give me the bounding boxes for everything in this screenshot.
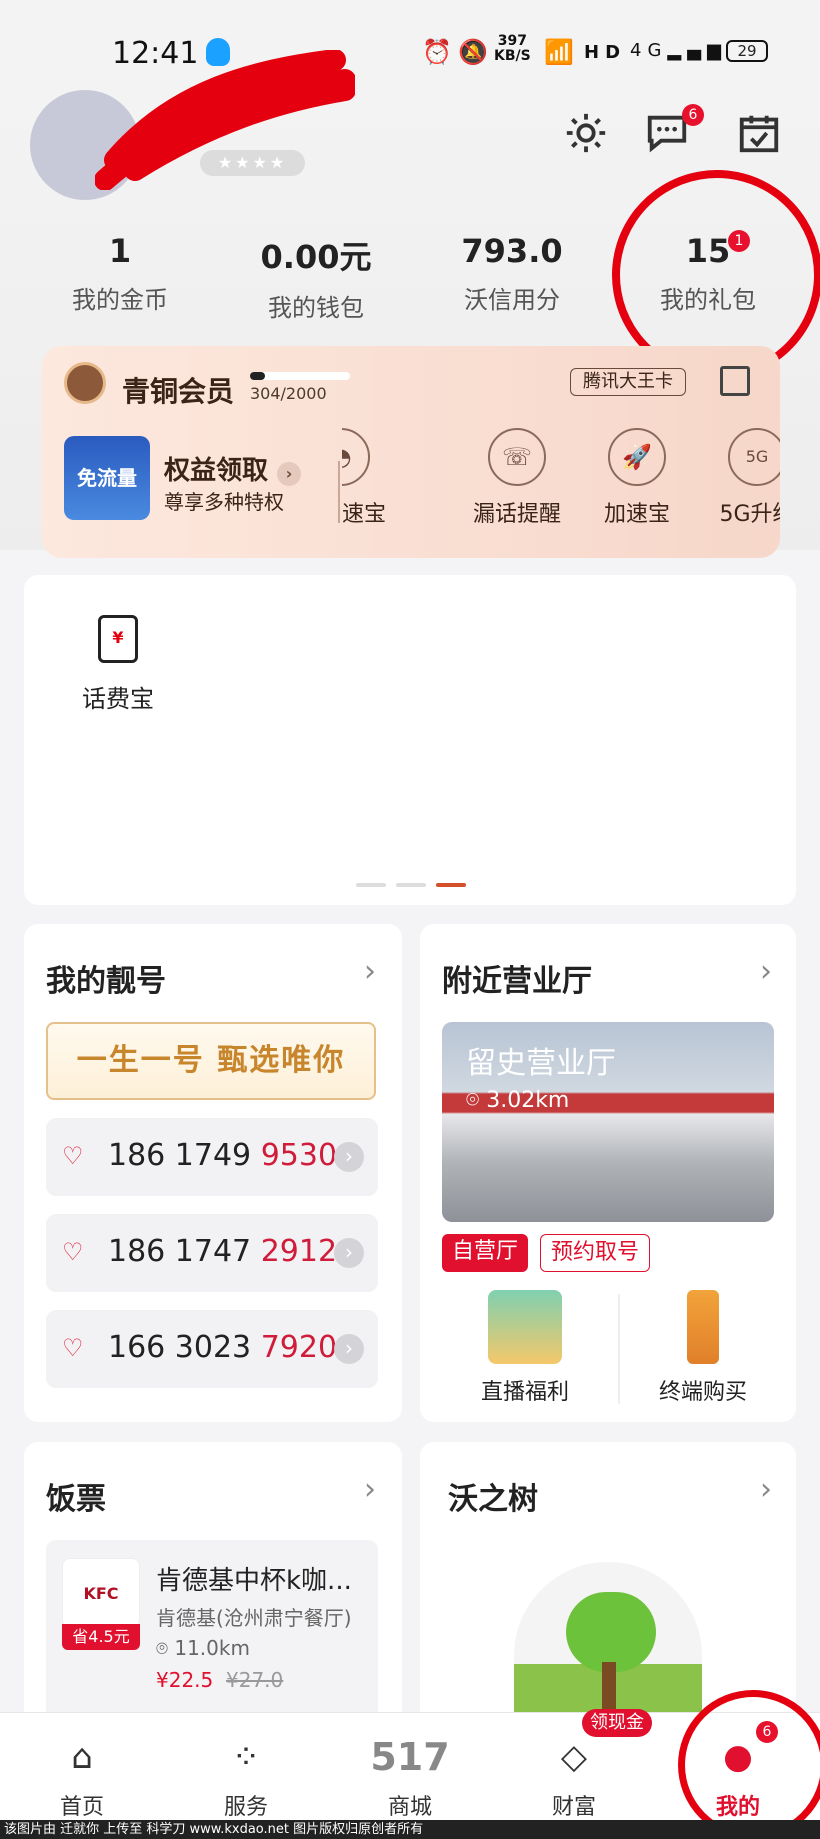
coupon-distance: ⌾ 11.0km xyxy=(156,1636,250,1660)
chevron-right-icon: › xyxy=(334,1238,364,1268)
heart-icon: ♡ xyxy=(62,1238,84,1266)
device-purchase[interactable]: 终端购买 xyxy=(628,1290,778,1406)
live-gift-image xyxy=(488,1290,562,1364)
member-item-accelerator[interactable]: 🚀 加速宝 xyxy=(582,428,692,528)
tab-services[interactable]: ⁘ 服务 xyxy=(176,1733,316,1821)
tab-home[interactable]: ⌂ 首页 xyxy=(12,1733,152,1821)
chevron-right-icon[interactable]: › xyxy=(364,1472,376,1507)
home-icon: ⌂ xyxy=(71,1737,93,1777)
self-operated-chip: 自营厅 xyxy=(442,1234,529,1272)
kfc-logo: KFC xyxy=(62,1558,140,1628)
card-tag[interactable]: 腾讯大王卡 xyxy=(570,368,686,396)
gear-icon[interactable] xyxy=(563,110,609,156)
diamond-icon: ◇ xyxy=(560,1737,588,1777)
live-benefits[interactable]: 直播福利 xyxy=(450,1290,600,1406)
divider xyxy=(338,461,340,523)
numbers-banner[interactable]: 一生一号 甄选唯你 xyxy=(46,1022,376,1100)
heart-icon: ♡ xyxy=(62,1334,84,1362)
wifi-icon: 📶 xyxy=(544,38,580,66)
store-distance: ⌾ 3.02km xyxy=(466,1088,570,1113)
stat-wallet[interactable]: 0.00元 我的钱包 xyxy=(226,232,406,323)
cash-badge[interactable]: 领现金 xyxy=(582,1709,652,1737)
number-item[interactable]: ♡ 186 1749 9530 › xyxy=(46,1118,378,1196)
carousel-dot-active xyxy=(436,883,466,887)
mute-icon: 🔕 xyxy=(458,38,494,66)
perk-title[interactable]: 权益领取 › xyxy=(164,450,302,487)
number-item[interactable]: ♡ 166 3023 7920 › xyxy=(46,1310,378,1388)
member-item-speed[interactable]: ◔速宝 xyxy=(342,428,422,528)
coupon-shop: 肯德基(沧州肃宁餐厅) xyxy=(156,1606,352,1630)
lucky-numbers-panel: 我的靓号 › 一生一号 甄选唯你 ♡ 186 1749 9530 › ♡ 186 17… xyxy=(24,924,402,1422)
heart-icon: ♡ xyxy=(62,1142,84,1170)
meal-ticket-panel: 饭票 › KFC 省4.5元 肯德基中杯k咖... 肯德基(沧州肃宁餐厅) ⌾ … xyxy=(24,1442,402,1732)
chevron-right-icon[interactable]: › xyxy=(364,954,376,989)
alarm-icon: ⏰ xyxy=(422,38,458,66)
qr-code-icon[interactable] xyxy=(720,366,750,396)
red-annotation-circle xyxy=(678,1690,820,1839)
quick-services-panel: ¥ 话费宝 xyxy=(24,575,796,905)
star-rating: ★★★★ xyxy=(200,150,305,176)
tree-title: 沃之树 xyxy=(448,1482,538,1517)
member-card[interactable]: 青铜会员 304/2000 腾讯大王卡 免流量 权益领取 › 尊享多种特权 ◔速… xyxy=(42,346,780,558)
perk-subtitle: 尊享多种特权 xyxy=(164,490,284,514)
network-speed: 397 KB/S xyxy=(494,33,531,64)
5g-icon: 5G xyxy=(728,428,780,486)
member-level-icon xyxy=(64,362,106,404)
number-item[interactable]: ♡ 186 1747 2912 › xyxy=(46,1214,378,1292)
phone-alert-icon: ☏ xyxy=(488,428,546,486)
location-pin-icon: ⌾ xyxy=(466,1088,480,1113)
member-level: 青铜会员 xyxy=(122,375,235,408)
tab-mall[interactable]: 517 商城 xyxy=(340,1733,480,1821)
tree-image[interactable] xyxy=(514,1562,702,1732)
chevron-right-icon: › xyxy=(334,1142,364,1172)
speed-treasure-icon: ◔ xyxy=(342,428,370,486)
divider xyxy=(618,1294,620,1404)
grid-icon: ⁘ xyxy=(231,1737,261,1777)
perk-image[interactable]: 免流量 xyxy=(64,436,150,520)
chevron-right-icon: › xyxy=(334,1334,364,1364)
carousel-dot xyxy=(396,883,426,887)
member-item-5g-upgrade[interactable]: 5G5G升级 xyxy=(702,428,780,528)
wo-tree-panel: 沃之树 › xyxy=(420,1442,796,1732)
nearby-title: 附近营业厅 xyxy=(442,964,592,999)
phone-image xyxy=(687,1290,719,1364)
member-item-missed-call[interactable]: ☏ 漏话提醒 xyxy=(462,428,572,528)
carousel-dot xyxy=(356,883,386,887)
message-badge: 6 xyxy=(682,104,704,126)
coupon-card[interactable]: KFC 省4.5元 肯德基中杯k咖... 肯德基(沧州肃宁餐厅) ⌾ 11.0k… xyxy=(46,1540,378,1730)
bill-treasure-icon[interactable]: ¥ xyxy=(98,615,138,663)
member-progress-text: 304/2000 xyxy=(250,384,327,403)
signal-4g-icon: 4G▂▄▆ xyxy=(630,40,727,61)
nearby-store-panel: 附近营业厅 › 留史营业厅 ⌾ 3.02km 自营厅 预约取号 直播福利 终端购… xyxy=(420,924,796,1422)
appointment-chip[interactable]: 预约取号 xyxy=(540,1234,651,1272)
tab-wealth[interactable]: ◇ 财富 xyxy=(504,1733,644,1821)
mall-517-icon: 517 xyxy=(370,1735,450,1779)
stat-credit[interactable]: 793.0 沃信用分 xyxy=(422,232,602,315)
hd-icon: HD xyxy=(584,42,627,63)
rocket-icon: 🚀 xyxy=(608,428,666,486)
location-pin-icon: ⌾ xyxy=(156,1636,168,1660)
chevron-right-icon[interactable]: › xyxy=(760,954,772,989)
battery-icon: 29 xyxy=(726,40,768,62)
calendar-check-icon[interactable] xyxy=(736,110,782,156)
bill-treasure-label[interactable]: 话费宝 xyxy=(82,679,154,714)
save-badge: 省4.5元 xyxy=(62,1624,140,1650)
store-name: 留史营业厅 xyxy=(466,1046,616,1081)
coupon-name: 肯德基中杯k咖... xyxy=(156,1566,352,1596)
stat-coins[interactable]: 1 我的金币 xyxy=(30,232,210,315)
chevron-right-icon: › xyxy=(277,462,302,486)
watermark: 该图片由 迁就你 上传至 科学刀 www.kxdao.net 图片版权归原创者所… xyxy=(0,1820,820,1839)
tree-crown xyxy=(566,1592,656,1672)
coupon-price: ¥22.5 xyxy=(156,1668,214,1692)
member-progress-bar xyxy=(250,372,350,380)
meal-title: 饭票 xyxy=(46,1482,106,1517)
coupon-old-price: ¥27.0 xyxy=(226,1668,284,1692)
chevron-right-icon[interactable]: › xyxy=(760,1472,772,1507)
numbers-title: 我的靓号 xyxy=(46,964,166,999)
